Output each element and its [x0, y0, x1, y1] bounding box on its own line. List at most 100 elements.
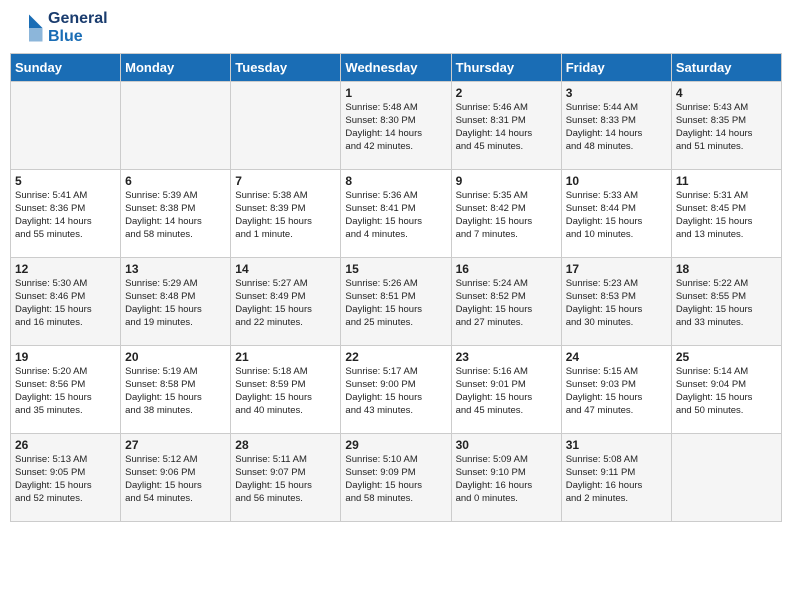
day-content: Sunrise: 5:41 AM Sunset: 8:36 PM Dayligh… — [15, 190, 116, 241]
calendar-cell: 22 Sunrise: 5:17 AM Sunset: 9:00 PM Dayli… — [341, 346, 451, 434]
day-number: 8 — [345, 174, 446, 188]
calendar-cell: 8 Sunrise: 5:36 AM Sunset: 8:41 PM Daylig… — [341, 170, 451, 258]
day-content: Sunrise: 5:48 AM Sunset: 8:30 PM Dayligh… — [345, 102, 446, 153]
calendar-cell: 17 Sunrise: 5:23 AM Sunset: 8:53 PM Dayli… — [561, 258, 671, 346]
day-content: Sunrise: 5:36 AM Sunset: 8:41 PM Dayligh… — [345, 190, 446, 241]
day-content: Sunrise: 5:43 AM Sunset: 8:35 PM Dayligh… — [676, 102, 777, 153]
day-number: 15 — [345, 262, 446, 276]
calendar-cell — [121, 82, 231, 170]
day-content: Sunrise: 5:15 AM Sunset: 9:03 PM Dayligh… — [566, 366, 667, 417]
day-content: Sunrise: 5:29 AM Sunset: 8:48 PM Dayligh… — [125, 278, 226, 329]
day-number: 11 — [676, 174, 777, 188]
day-number: 20 — [125, 350, 226, 364]
calendar-cell: 12Sunrise: 5:30 AM Sunset: 8:46 PM Dayli… — [11, 258, 121, 346]
day-number: 17 — [566, 262, 667, 276]
day-number: 26 — [15, 438, 116, 452]
logo-text: General Blue — [48, 10, 108, 45]
calendar-cell: 25 Sunrise: 5:14 AM Sunset: 9:04 PM Dayli… — [671, 346, 781, 434]
col-header-wednesday: Wednesday — [341, 54, 451, 82]
col-header-tuesday: Tuesday — [231, 54, 341, 82]
day-content: Sunrise: 5:10 AM Sunset: 9:09 PM Dayligh… — [345, 454, 446, 505]
col-header-sunday: Sunday — [11, 54, 121, 82]
page-header: General Blue — [10, 10, 782, 45]
logo: General Blue — [14, 10, 108, 45]
calendar-week-2: 5 Sunrise: 5:41 AM Sunset: 8:36 PM Daylig… — [11, 170, 782, 258]
day-number: 13 — [125, 262, 226, 276]
calendar-cell: 31Sunrise: 5:08 AM Sunset: 9:11 PM Dayli… — [561, 434, 671, 522]
day-number: 10 — [566, 174, 667, 188]
day-number: 9 — [456, 174, 557, 188]
day-content: Sunrise: 5:39 AM Sunset: 8:38 PM Dayligh… — [125, 190, 226, 241]
day-content: Sunrise: 5:14 AM Sunset: 9:04 PM Dayligh… — [676, 366, 777, 417]
calendar-cell: 16 Sunrise: 5:24 AM Sunset: 8:52 PM Dayli… — [451, 258, 561, 346]
calendar-week-3: 12Sunrise: 5:30 AM Sunset: 8:46 PM Dayli… — [11, 258, 782, 346]
calendar-cell: 6 Sunrise: 5:39 AM Sunset: 8:38 PM Daylig… — [121, 170, 231, 258]
calendar-cell: 11 Sunrise: 5:31 AM Sunset: 8:45 PM Dayli… — [671, 170, 781, 258]
calendar-cell: 23 Sunrise: 5:16 AM Sunset: 9:01 PM Dayli… — [451, 346, 561, 434]
day-number: 25 — [676, 350, 777, 364]
day-content: Sunrise: 5:16 AM Sunset: 9:01 PM Dayligh… — [456, 366, 557, 417]
calendar-cell: 29Sunrise: 5:10 AM Sunset: 9:09 PM Dayli… — [341, 434, 451, 522]
calendar-table: SundayMondayTuesdayWednesdayThursdayFrid… — [10, 53, 782, 522]
day-number: 23 — [456, 350, 557, 364]
day-number: 7 — [235, 174, 336, 188]
day-content: Sunrise: 5:13 AM Sunset: 9:05 PM Dayligh… — [15, 454, 116, 505]
day-number: 22 — [345, 350, 446, 364]
day-number: 19 — [15, 350, 116, 364]
col-header-saturday: Saturday — [671, 54, 781, 82]
day-number: 5 — [15, 174, 116, 188]
day-number: 16 — [456, 262, 557, 276]
col-header-friday: Friday — [561, 54, 671, 82]
day-number: 14 — [235, 262, 336, 276]
logo-icon — [14, 13, 44, 43]
calendar-cell: 1Sunrise: 5:48 AM Sunset: 8:30 PM Daylig… — [341, 82, 451, 170]
calendar-cell: 20 Sunrise: 5:19 AM Sunset: 8:58 PM Dayli… — [121, 346, 231, 434]
day-content: Sunrise: 5:35 AM Sunset: 8:42 PM Dayligh… — [456, 190, 557, 241]
calendar-cell: 30 Sunrise: 5:09 AM Sunset: 9:10 PM Dayli… — [451, 434, 561, 522]
calendar-cell: 28Sunrise: 5:11 AM Sunset: 9:07 PM Dayli… — [231, 434, 341, 522]
day-content: Sunrise: 5:23 AM Sunset: 8:53 PM Dayligh… — [566, 278, 667, 329]
calendar-cell: 10 Sunrise: 5:33 AM Sunset: 8:44 PM Dayli… — [561, 170, 671, 258]
day-content: Sunrise: 5:12 AM Sunset: 9:06 PM Dayligh… — [125, 454, 226, 505]
calendar-cell: 2Sunrise: 5:46 AM Sunset: 8:31 PM Daylig… — [451, 82, 561, 170]
calendar-cell: 19 Sunrise: 5:20 AM Sunset: 8:56 PM Dayli… — [11, 346, 121, 434]
day-content: Sunrise: 5:20 AM Sunset: 8:56 PM Dayligh… — [15, 366, 116, 417]
day-number: 27 — [125, 438, 226, 452]
day-content: Sunrise: 5:17 AM Sunset: 9:00 PM Dayligh… — [345, 366, 446, 417]
col-header-thursday: Thursday — [451, 54, 561, 82]
calendar-week-4: 19 Sunrise: 5:20 AM Sunset: 8:56 PM Dayli… — [11, 346, 782, 434]
day-number: 12 — [15, 262, 116, 276]
day-number: 6 — [125, 174, 226, 188]
day-content: Sunrise: 5:38 AM Sunset: 8:39 PM Dayligh… — [235, 190, 336, 241]
calendar-cell: 26 Sunrise: 5:13 AM Sunset: 9:05 PM Dayli… — [11, 434, 121, 522]
calendar-cell: 7 Sunrise: 5:38 AM Sunset: 8:39 PM Daylig… — [231, 170, 341, 258]
day-content: Sunrise: 5:26 AM Sunset: 8:51 PM Dayligh… — [345, 278, 446, 329]
day-content: Sunrise: 5:18 AM Sunset: 8:59 PM Dayligh… — [235, 366, 336, 417]
calendar-cell: 21 Sunrise: 5:18 AM Sunset: 8:59 PM Dayli… — [231, 346, 341, 434]
calendar-cell: 24 Sunrise: 5:15 AM Sunset: 9:03 PM Dayli… — [561, 346, 671, 434]
day-number: 18 — [676, 262, 777, 276]
day-content: Sunrise: 5:19 AM Sunset: 8:58 PM Dayligh… — [125, 366, 226, 417]
day-content: Sunrise: 5:44 AM Sunset: 8:33 PM Dayligh… — [566, 102, 667, 153]
day-number: 24 — [566, 350, 667, 364]
day-number: 28 — [235, 438, 336, 452]
day-content: Sunrise: 5:24 AM Sunset: 8:52 PM Dayligh… — [456, 278, 557, 329]
calendar-cell: 4Sunrise: 5:43 AM Sunset: 8:35 PM Daylig… — [671, 82, 781, 170]
calendar-cell — [671, 434, 781, 522]
day-number: 21 — [235, 350, 336, 364]
calendar-cell — [231, 82, 341, 170]
calendar-week-5: 26 Sunrise: 5:13 AM Sunset: 9:05 PM Dayli… — [11, 434, 782, 522]
day-number: 3 — [566, 86, 667, 100]
calendar-cell: 27 Sunrise: 5:12 AM Sunset: 9:06 PM Dayli… — [121, 434, 231, 522]
calendar-cell: 13 Sunrise: 5:29 AM Sunset: 8:48 PM Dayli… — [121, 258, 231, 346]
day-content: Sunrise: 5:09 AM Sunset: 9:10 PM Dayligh… — [456, 454, 557, 505]
day-number: 31 — [566, 438, 667, 452]
day-content: Sunrise: 5:22 AM Sunset: 8:55 PM Dayligh… — [676, 278, 777, 329]
calendar-cell: 14Sunrise: 5:27 AM Sunset: 8:49 PM Dayli… — [231, 258, 341, 346]
day-number: 30 — [456, 438, 557, 452]
day-content: Sunrise: 5:33 AM Sunset: 8:44 PM Dayligh… — [566, 190, 667, 241]
calendar-cell: 5 Sunrise: 5:41 AM Sunset: 8:36 PM Daylig… — [11, 170, 121, 258]
day-content: Sunrise: 5:31 AM Sunset: 8:45 PM Dayligh… — [676, 190, 777, 241]
calendar-cell: 3 Sunrise: 5:44 AM Sunset: 8:33 PM Daylig… — [561, 82, 671, 170]
calendar-cell — [11, 82, 121, 170]
